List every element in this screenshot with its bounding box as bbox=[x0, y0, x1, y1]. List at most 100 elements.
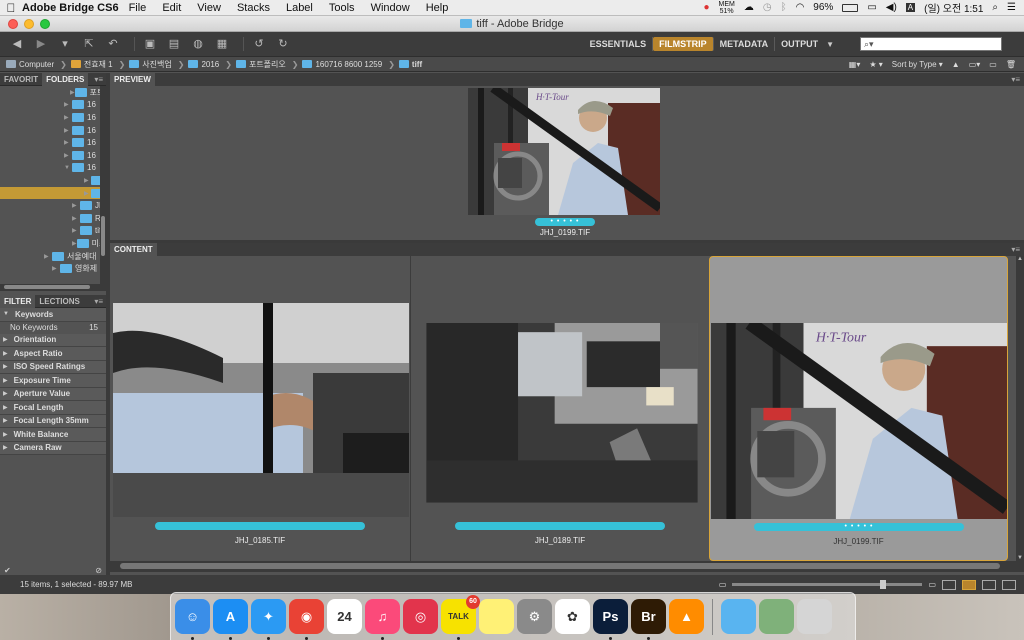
disclosure-right-icon[interactable]: ▶ bbox=[64, 152, 72, 159]
open-recent-icon[interactable]: ▭▾ bbox=[969, 60, 981, 69]
filter-category[interactable]: ▶ Focal Length bbox=[0, 401, 106, 415]
thumbnail-label-bar[interactable] bbox=[155, 522, 365, 530]
disclosure-right-icon[interactable]: ▶ bbox=[70, 89, 75, 96]
wifi-icon[interactable]: ◠ bbox=[796, 2, 805, 13]
clock[interactable]: (일) 오전 1:51 bbox=[924, 0, 983, 15]
folder-tree-item[interactable]: ▶ 서울예대 bbox=[0, 250, 106, 263]
filter-category[interactable]: ▶ Focal Length 35mm bbox=[0, 414, 106, 428]
thumbnail-quality-icon[interactable]: ▦▾ bbox=[849, 60, 861, 69]
thumbnail-label-bar[interactable] bbox=[455, 522, 665, 530]
thumbnail-label-bar[interactable]: • • • • • bbox=[754, 523, 964, 531]
folder-horizontal-scrollbar[interactable] bbox=[0, 284, 106, 291]
disclosure-right-icon[interactable]: ▶ bbox=[64, 114, 72, 121]
dock-trash-icon[interactable] bbox=[797, 599, 832, 634]
tab-content[interactable]: CONTENT bbox=[110, 243, 157, 256]
thumbnail-image[interactable]: H·T-Tour bbox=[711, 323, 1007, 519]
details-view-icon[interactable] bbox=[982, 579, 996, 590]
menu-help[interactable]: Help bbox=[426, 2, 449, 14]
preview-image[interactable]: H·T-Tour bbox=[468, 88, 660, 215]
dock-app-stickies-icon[interactable] bbox=[479, 599, 514, 634]
workspace-filmstrip[interactable]: FILMSTRIP bbox=[653, 37, 714, 51]
thumbnail-size-slider[interactable] bbox=[732, 580, 923, 589]
rotate-right-icon[interactable]: ↻ bbox=[274, 36, 292, 52]
filter-category[interactable]: ▶ Camera Raw bbox=[0, 441, 106, 455]
get-photos-icon[interactable]: ▣ bbox=[141, 36, 159, 52]
dock-app-chrome-icon[interactable]: ◉ bbox=[289, 599, 324, 640]
slider-knob[interactable] bbox=[879, 580, 886, 589]
tab-favorites[interactable]: FAVORIT bbox=[0, 73, 42, 86]
disclosure-right-icon[interactable]: ▶ bbox=[84, 190, 91, 197]
spotlight-icon[interactable]: ⌕ bbox=[992, 2, 998, 13]
disclosure-down-icon[interactable]: ▼ bbox=[64, 165, 72, 171]
disclosure-right-icon[interactable]: ▶ bbox=[72, 215, 80, 222]
path-crumb-session[interactable]: 160716 8600 1259 ❯ bbox=[302, 60, 395, 69]
folder-tree-item[interactable]: ▶ bbox=[0, 186, 106, 200]
filter-category[interactable]: ▶ Orientation bbox=[0, 333, 106, 347]
refine-icon[interactable]: ▤ bbox=[165, 36, 183, 52]
dock-app-photos-icon[interactable]: ✿ bbox=[555, 599, 590, 634]
time-machine-icon[interactable]: ◷ bbox=[763, 2, 772, 13]
menu-window[interactable]: Window bbox=[371, 2, 410, 14]
filter-category[interactable]: ▶ Aspect Ratio bbox=[0, 347, 106, 361]
menu-file[interactable]: File bbox=[129, 2, 147, 14]
app-menu[interactable]: Adobe Bridge CS6 bbox=[22, 2, 119, 14]
grid-view-icon[interactable] bbox=[942, 579, 956, 590]
thumbnail-cell[interactable]: JHJ_0185.TIF bbox=[110, 256, 410, 561]
folder-tree-item[interactable]: ▶Ra bbox=[0, 212, 106, 225]
status-app-icon[interactable]: ● bbox=[703, 2, 709, 13]
filter-category[interactable]: ▶ White Balance bbox=[0, 428, 106, 442]
disclosure-right-icon[interactable]: ▶ bbox=[72, 240, 77, 247]
path-crumb-tiff[interactable]: tiff bbox=[398, 60, 422, 69]
forward-arrow-icon[interactable]: ▶ bbox=[32, 36, 50, 52]
menu-tools[interactable]: Tools bbox=[329, 2, 355, 14]
disclosure-right-icon[interactable]: ▶ bbox=[72, 202, 80, 209]
panel-menu-icon[interactable]: ▾≡ bbox=[94, 75, 103, 84]
dock-app-podcasts-icon[interactable]: ◎ bbox=[403, 599, 438, 634]
back-arrow-icon[interactable]: ◀ bbox=[8, 36, 26, 52]
zoom-in-icon[interactable]: ▭ bbox=[928, 580, 936, 589]
folder-tree-item[interactable]: ▶ 미소 bbox=[0, 237, 106, 250]
workspace-essentials[interactable]: ESSENTIALS bbox=[584, 37, 654, 51]
open-in-camera-raw-icon[interactable]: ◍ bbox=[189, 36, 207, 52]
battery-icon[interactable] bbox=[842, 3, 859, 12]
new-folder-icon[interactable]: ▭ bbox=[989, 60, 997, 69]
disclosure-right-icon[interactable]: ▶ bbox=[64, 101, 72, 108]
notification-center-icon[interactable]: ☰ bbox=[1007, 2, 1016, 13]
filter-lock-icon[interactable]: ✔ bbox=[4, 566, 11, 575]
filter-rating-icon[interactable]: ★ ▾ bbox=[869, 60, 882, 69]
bluetooth-icon[interactable]: ᛒ bbox=[781, 2, 787, 13]
sort-ascending-icon[interactable]: ▲ bbox=[952, 60, 960, 69]
folder-tree-item[interactable]: ▶tiff bbox=[0, 225, 106, 238]
cloud-icon[interactable]: ☁ bbox=[744, 2, 754, 13]
rating-dots[interactable]: • • • • • bbox=[550, 218, 579, 225]
thumbnail-cell[interactable]: JHJ_0189.TIF bbox=[410, 256, 709, 561]
sort-dropdown[interactable]: Sort by Type ▾ bbox=[892, 60, 943, 69]
disclosure-right-icon[interactable]: ▶ bbox=[84, 177, 91, 184]
filmstrip-view-icon[interactable] bbox=[962, 579, 976, 590]
rating-dots[interactable]: • • • • • bbox=[844, 523, 873, 530]
dock-folder-icon[interactable] bbox=[721, 599, 756, 634]
dock-preview-icon[interactable] bbox=[759, 599, 794, 634]
thumbnail-image[interactable] bbox=[414, 323, 710, 519]
workspace-menu-icon[interactable]: ▼ bbox=[826, 40, 834, 49]
folder-tree-item[interactable]: ▶ bbox=[0, 174, 106, 187]
list-view-icon[interactable] bbox=[1002, 579, 1016, 590]
dock-app-app-store-icon[interactable]: A bbox=[213, 599, 248, 640]
dock-app-preferences-icon[interactable]: ⚙ bbox=[517, 599, 552, 634]
content-horizontal-scrollbar[interactable] bbox=[110, 561, 1024, 572]
rotate-left-icon[interactable]: ↺ bbox=[250, 36, 268, 52]
volume-icon[interactable]: ◀) bbox=[886, 2, 897, 13]
tab-folders[interactable]: FOLDERS bbox=[42, 72, 89, 86]
dock-app-calendar-icon[interactable]: 24 bbox=[327, 599, 362, 634]
display-icon[interactable]: ▭ bbox=[867, 2, 876, 13]
dock-app-photoshop-icon[interactable]: Ps bbox=[593, 599, 628, 640]
thumbnail-cell-selected[interactable]: H·T-Tour • • • • • JHJ_0199.TIF bbox=[709, 256, 1008, 561]
folder-tree-item[interactable]: ▶ 16 bbox=[0, 149, 106, 162]
filter-category[interactable]: ▶ Exposure Time bbox=[0, 374, 106, 388]
input-source-icon[interactable]: A bbox=[905, 3, 916, 12]
dock-app-bridge-icon[interactable]: Br bbox=[631, 599, 666, 640]
folder-tree-item[interactable]: ▶포트폴 bbox=[0, 86, 106, 99]
folder-tree-item[interactable]: ▶ 16 bbox=[0, 99, 106, 112]
folder-tree-item[interactable]: ▶ 영화제 bbox=[0, 262, 106, 275]
workspace-metadata[interactable]: METADATA bbox=[714, 37, 776, 51]
